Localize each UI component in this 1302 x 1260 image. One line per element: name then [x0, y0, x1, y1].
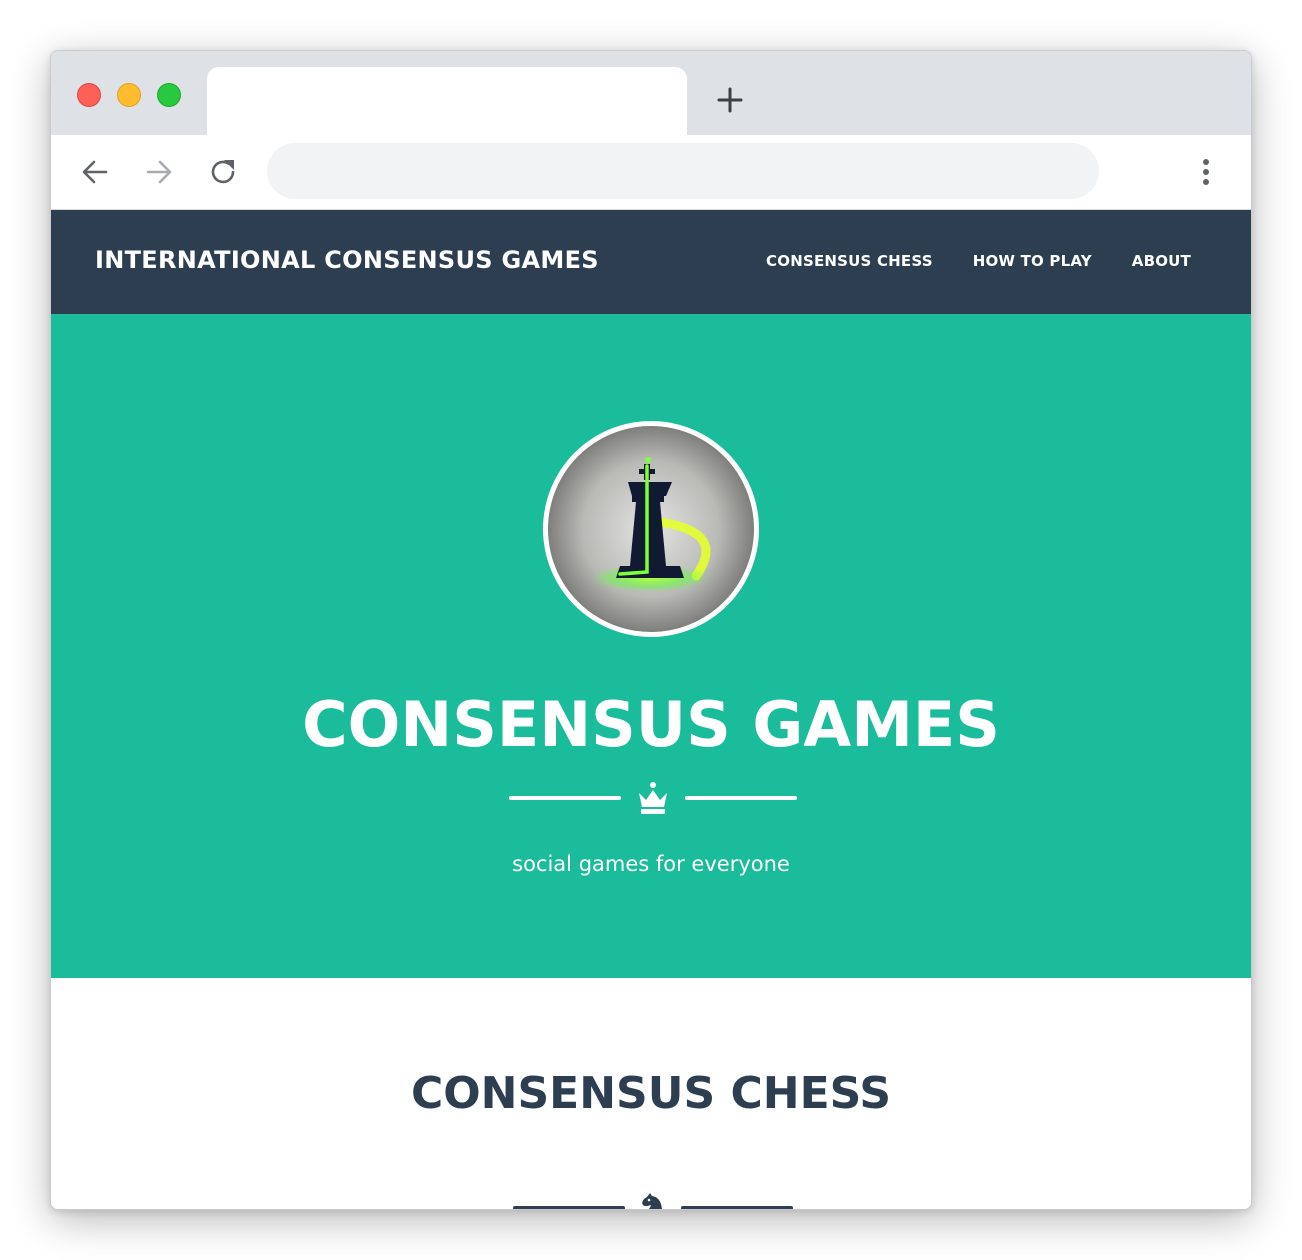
forward-button[interactable] [142, 155, 176, 189]
kebab-dot [1203, 179, 1209, 185]
back-button[interactable] [78, 155, 112, 189]
reload-icon [211, 160, 235, 184]
nav-link-how-to-play[interactable]: HOW TO PLAY [973, 252, 1092, 270]
address-bar[interactable] [267, 143, 1099, 199]
close-window-button[interactable] [77, 83, 101, 107]
hero-subtitle: social games for everyone [512, 852, 790, 876]
section-divider [513, 1190, 793, 1209]
new-tab-button[interactable] [715, 85, 745, 115]
tab-strip [51, 51, 1251, 135]
hero-avatar [543, 421, 759, 637]
divider-line-left [509, 796, 621, 800]
browser-menu-button[interactable] [1191, 157, 1221, 187]
chess-king-logo [548, 426, 754, 632]
minimize-window-button[interactable] [117, 83, 141, 107]
section-title: CONSENSUS CHESS [410, 1068, 892, 1119]
nav-link-consensus-chess[interactable]: CONSENSUS CHESS [766, 252, 933, 270]
kebab-dot [1203, 169, 1209, 175]
browser-window: INTERNATIONAL CONSENSUS GAMES CONSENSUS … [50, 50, 1252, 1210]
reload-button[interactable] [206, 155, 240, 189]
chess-knight-icon [625, 1190, 681, 1209]
hero-title: CONSENSUS GAMES [302, 688, 1000, 761]
hero-divider [509, 780, 797, 816]
divider-line-right [685, 796, 797, 800]
consensus-chess-section: CONSENSUS CHESS [51, 978, 1251, 1209]
nav-link-about[interactable]: ABOUT [1132, 252, 1191, 270]
nav-links: CONSENSUS CHESS HOW TO PLAY ABOUT [766, 252, 1191, 270]
kebab-dot [1203, 159, 1209, 165]
site-brand-link[interactable]: INTERNATIONAL CONSENSUS GAMES [95, 246, 599, 274]
browser-toolbar [51, 135, 1251, 210]
browser-tab-active[interactable] [207, 67, 687, 135]
maximize-window-button[interactable] [157, 83, 181, 107]
site-navbar: INTERNATIONAL CONSENSUS GAMES CONSENSUS … [51, 210, 1251, 314]
divider-line-left [513, 1206, 625, 1209]
plus-icon [717, 87, 743, 113]
crown-icon [621, 780, 685, 816]
arrow-right-icon [146, 160, 172, 184]
divider-line-right [681, 1206, 793, 1209]
hero-section: CONSENSUS GAMES social games for everyon… [51, 314, 1251, 978]
arrow-left-icon [82, 160, 108, 184]
